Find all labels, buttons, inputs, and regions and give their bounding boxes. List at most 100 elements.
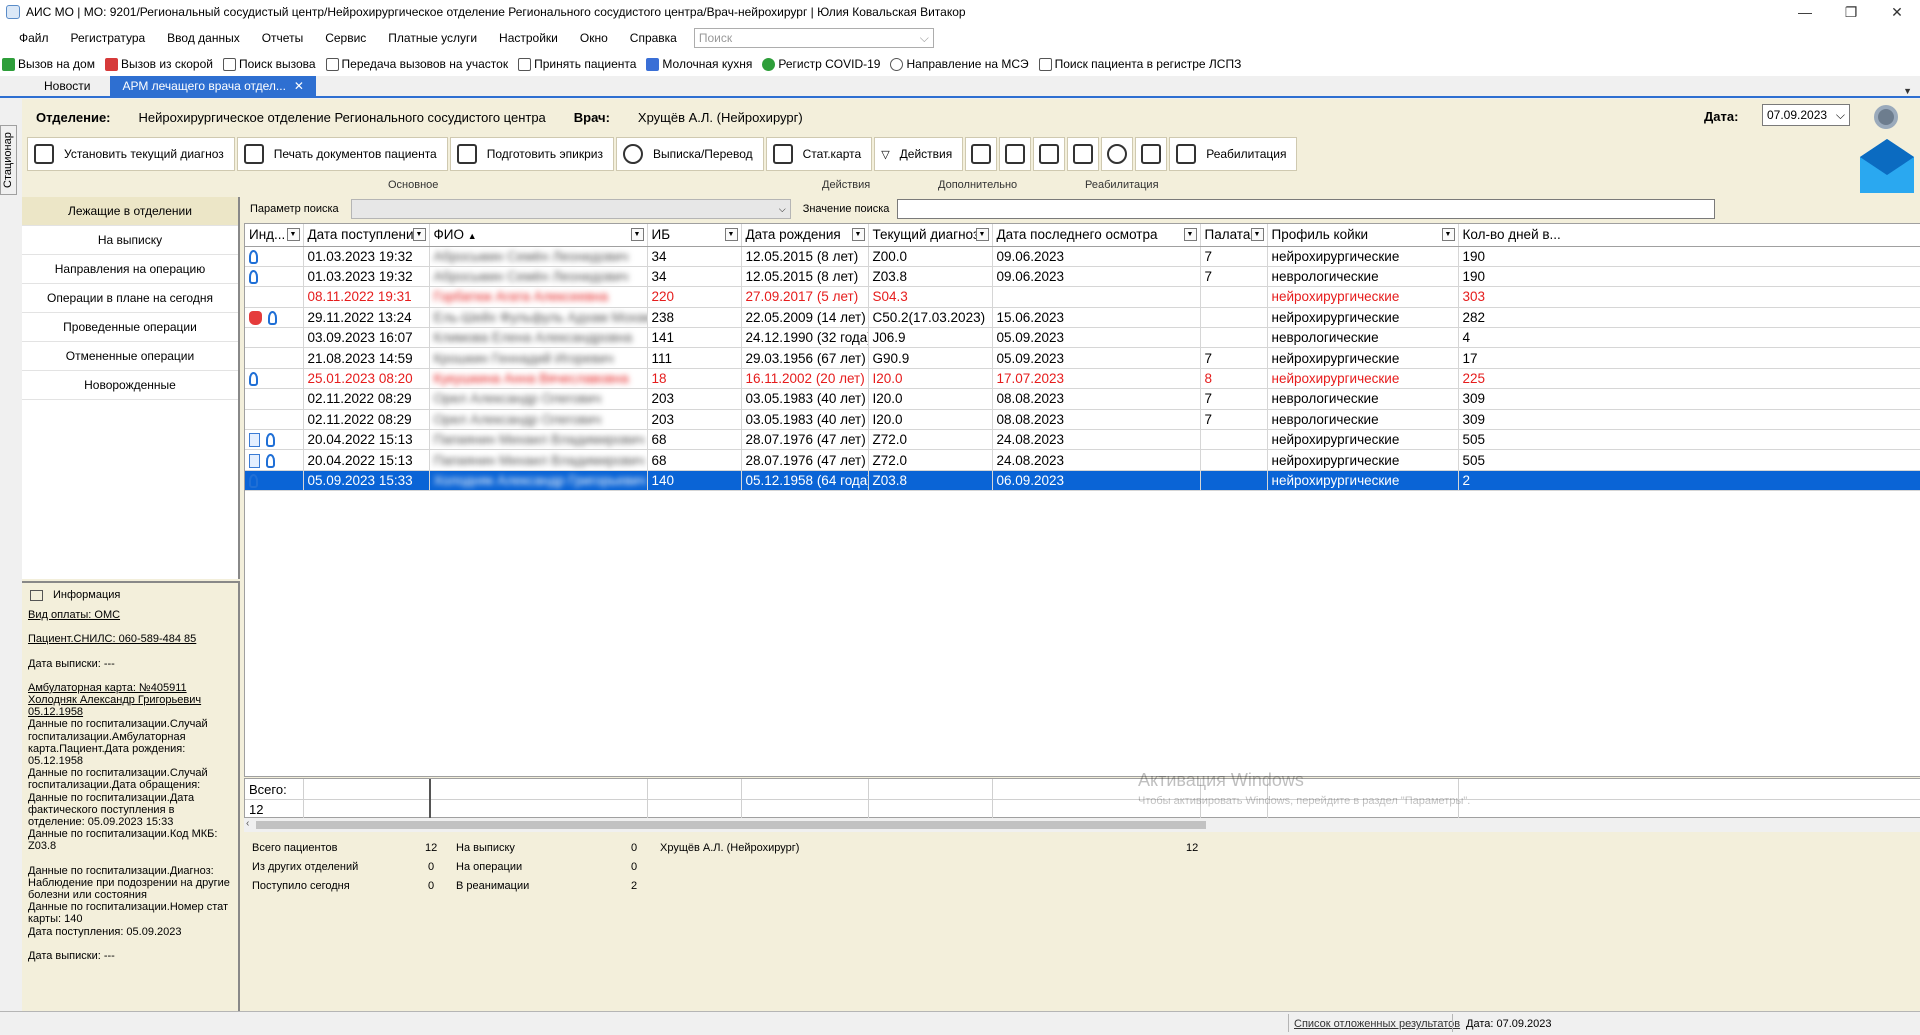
prepare-epicrisis-button[interactable]: Подготовить эпикриз [449, 137, 614, 171]
col-last-exam[interactable]: Дата последнего осмотра ▼ [992, 224, 1201, 247]
discharge-transfer-button[interactable]: Выписка/Перевод [615, 137, 764, 171]
menu-data-entry[interactable]: Ввод данных [156, 31, 251, 45]
extra-tool-5-button[interactable] [1101, 137, 1134, 171]
table-row[interactable]: 03.09.2023 16:07 Климова Елена Александро… [245, 327, 1920, 349]
print-documents-button[interactable]: Печать документов пациента [236, 137, 448, 171]
stat-card-button[interactable]: Стат.карта [765, 137, 873, 171]
table-row[interactable]: 25.01.2023 08:20 Кукушкина Анна Вячеславо… [245, 368, 1920, 390]
search-param-select[interactable]: ⌵ [350, 199, 791, 219]
quick-mse-referral[interactable]: Направление на МСЭ [890, 57, 1029, 71]
col-days[interactable]: Кол-во дней в... [1458, 224, 1920, 247]
scroll-thumb[interactable] [256, 821, 1206, 829]
restore-button[interactable]: ❐ [1828, 0, 1874, 24]
nav-to-discharge[interactable]: На выписку [22, 226, 238, 255]
table-row[interactable]: 01.03.2023 19:32 Абросьмин Семён Леонидов… [245, 246, 1920, 267]
filter-icon[interactable]: ▼ [286, 228, 300, 241]
nav-newborns[interactable]: Новорожденные [22, 371, 238, 400]
minimize-button[interactable]: — [1782, 0, 1828, 24]
info-hosp-stat-num: Данные по госпитализации.Номер стат карт… [28, 901, 229, 926]
col-indicators[interactable]: Инд... ▼ [245, 224, 304, 247]
filter-icon[interactable]: ▼ [630, 228, 644, 241]
extra-tool-1-button[interactable] [965, 137, 998, 171]
tab-arm-doctor[interactable]: АРМ лечащего врача отдел... ✕ [110, 76, 316, 96]
close-icon[interactable]: ✕ [294, 79, 304, 93]
col-current-diagnosis[interactable]: Текущий диагноз ▼ [868, 224, 993, 247]
quick-accept-patient[interactable]: Принять пациента [518, 57, 636, 71]
col-bed-profile[interactable]: Профиль койки ▼ [1267, 224, 1459, 247]
nav-surgery-referrals[interactable]: Направления на операцию [22, 255, 238, 284]
fio-cell: Холодняк Александр Григорьевич [429, 470, 648, 492]
extra-tool-3-button[interactable] [1033, 137, 1066, 171]
menu-paid-services[interactable]: Платные услуги [377, 31, 488, 45]
table-row[interactable]: 05.09.2023 15:33 Холодняк Александр Григо… [245, 470, 1920, 492]
filter-icon[interactable]: ▼ [724, 228, 738, 241]
days-cell: 303 [1458, 286, 1920, 308]
birth-date-cell: 03.05.1983 (40 лет) [741, 388, 869, 410]
birth-date-cell-text: 05.12.1958 (64 года) [745, 472, 868, 488]
col-birth-date[interactable]: Дата рождения ▼ [741, 224, 869, 247]
extra-tool-2-button[interactable] [999, 137, 1032, 171]
filter-icon[interactable]: ▼ [851, 228, 865, 241]
table-row[interactable]: 08.11.2022 19:31 Горбатюк Агата Алексеевн… [245, 286, 1920, 308]
menu-service[interactable]: Сервис [314, 31, 377, 45]
actions-menu-button[interactable]: ▽ Действия [874, 137, 964, 171]
home-call-icon [2, 57, 15, 71]
info-snils[interactable]: Пациент.СНИЛС: 060-589-484 85 [28, 633, 232, 645]
menu-registry[interactable]: Регистратура [60, 31, 157, 45]
table-row[interactable]: 20.04.2022 15:13 Папаянин Михаил Владимир… [245, 449, 1920, 471]
filter-icon[interactable]: ▼ [975, 228, 989, 241]
side-tab-hospital[interactable]: Стационар [0, 125, 17, 195]
quick-ambulance-call[interactable]: Вызов из скорой [104, 57, 213, 71]
table-row[interactable]: 29.11.2022 13:24 Ель-Шейх Фульфуль Адхам … [245, 307, 1920, 329]
nav-surgeries-today[interactable]: Операции в плане на сегодня [22, 284, 238, 313]
menu-settings[interactable]: Настройки [488, 31, 569, 45]
rehab-button[interactable]: Реабилитация [1169, 137, 1298, 171]
filter-icon[interactable]: ▼ [1250, 228, 1264, 241]
nav-cancelled-surgeries[interactable]: Отмененные операции [22, 342, 238, 371]
filter-icon[interactable]: ▼ [412, 228, 426, 241]
menu-help[interactable]: Справка [619, 31, 688, 45]
quick-milk-kitchen[interactable]: Молочная кухня [646, 57, 752, 71]
extra-tool-6-button[interactable] [1135, 137, 1168, 171]
nav-in-department[interactable]: Лежащие в отделении [22, 197, 238, 226]
quick-home-call[interactable]: Вызов на дом [2, 57, 95, 71]
ward-cell: 7 [1200, 388, 1268, 410]
menu-reports[interactable]: Отчеты [251, 31, 314, 45]
chevron-down-icon[interactable]: ⌵ [920, 31, 929, 46]
gear-icon[interactable] [1874, 105, 1898, 129]
set-diagnosis-button[interactable]: Установить текущий диагноз [27, 137, 235, 171]
filter-icon[interactable]: ▼ [1183, 228, 1197, 241]
table-row[interactable]: 01.03.2023 19:32 Абросьмин Семён Леонидов… [245, 266, 1920, 288]
ribbon-icon [268, 311, 277, 326]
empty-row [245, 511, 1920, 531]
table-row[interactable]: 20.04.2022 15:13 Папаянин Михаил Владимир… [245, 429, 1920, 451]
scroll-left-icon[interactable]: ‹ [246, 818, 249, 829]
horizontal-scrollbar[interactable]: ‹ › [244, 818, 1920, 832]
date-picker[interactable]: 07.09.2023 ⌵ [1762, 104, 1850, 126]
chevron-down-icon[interactable]: ⌵ [1836, 108, 1845, 122]
col-ib[interactable]: ИБ ▼ [647, 224, 742, 247]
table-row[interactable]: 02.11.2022 08:29 Орел Александр Олегович 2… [245, 388, 1920, 410]
col-admission-date[interactable]: Дата поступления ▼ [303, 224, 430, 247]
menu-file[interactable]: Файл [8, 31, 60, 45]
search-value-input[interactable] [897, 199, 1716, 219]
col-fio[interactable]: ФИО ▲ ▼ [429, 224, 648, 247]
tab-list-icon[interactable]: ▼ [1903, 86, 1912, 96]
col-ward[interactable]: Палата ▼ [1200, 224, 1268, 247]
close-button[interactable]: ✕ [1874, 0, 1920, 24]
quick-search-call[interactable]: Поиск вызова [222, 57, 316, 71]
filter-icon[interactable]: ▼ [1441, 228, 1455, 241]
quick-registry-search[interactable]: Поиск пациента в регистре ЛСПЗ [1038, 57, 1241, 71]
menu-window[interactable]: Окно [569, 31, 619, 45]
table-row[interactable]: 21.08.2023 14:59 Крошкин Геннадий Игореви… [245, 347, 1920, 369]
global-search-input[interactable]: Поиск ⌵ [693, 28, 934, 48]
nav-performed-surgeries[interactable]: Проведенные операции [22, 313, 238, 342]
quick-covid-registry[interactable]: Регистр COVID-19 [762, 57, 880, 71]
table-row[interactable]: 02.11.2022 08:29 Орел Александр Олегович 2… [245, 409, 1920, 431]
info-pay-type[interactable]: Вид оплаты: ОМС [28, 609, 232, 621]
deferred-results-link[interactable]: Список отложенных результатов [1294, 1018, 1460, 1030]
info-amb-card[interactable]: Амбулаторная карта: №405911 Холодняк Але… [28, 682, 232, 719]
extra-tool-4-button[interactable] [1067, 137, 1100, 171]
quick-transfer-calls[interactable]: Передача вызовов на участок [325, 57, 508, 71]
tab-news[interactable]: Новости [32, 76, 102, 96]
